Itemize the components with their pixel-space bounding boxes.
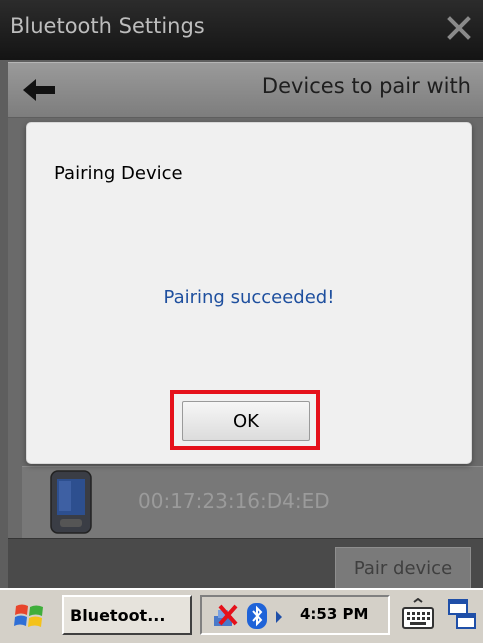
close-icon (447, 16, 471, 40)
windows-start-icon (14, 604, 43, 627)
window-title: Bluetooth Settings (10, 14, 205, 38)
taskbar-app-button[interactable]: Bluetoot... (62, 595, 192, 635)
pda-device-icon (48, 469, 96, 539)
screen: Bluetooth Settings Devices to pair with (0, 0, 483, 643)
taskbar: Bluetoot... 4:53 PM (0, 588, 483, 643)
window-switch-button[interactable] (444, 594, 480, 636)
system-tray: 4:53 PM (200, 595, 390, 635)
dialog-title: Pairing Device (54, 163, 183, 184)
keyboard-icon (402, 598, 434, 629)
header-bar: Devices to pair with (8, 62, 483, 117)
clock[interactable]: 4:53 PM (300, 605, 368, 623)
window-switch-icon (448, 599, 476, 629)
pairing-dialog: Pairing Device Pairing succeeded! OK (26, 122, 472, 464)
command-bar: Pair device (8, 538, 483, 589)
close-button[interactable] (443, 10, 475, 46)
start-button[interactable] (6, 596, 54, 636)
title-bar: Bluetooth Settings (0, 0, 483, 60)
tray-arrow-icon[interactable] (274, 609, 284, 628)
back-button[interactable] (8, 67, 70, 113)
ok-button[interactable]: OK (182, 401, 310, 441)
input-panel-button[interactable] (398, 594, 438, 636)
page-heading: Devices to pair with (261, 74, 471, 98)
pair-device-button[interactable]: Pair device (335, 547, 471, 589)
bluetooth-icon[interactable] (246, 602, 268, 634)
back-arrow-icon (23, 79, 55, 101)
network-disconnected-icon[interactable] (210, 602, 240, 634)
device-list-item[interactable]: 00:17:23:16:D4:ED (22, 466, 483, 539)
device-address: 00:17:23:16:D4:ED (138, 489, 330, 513)
dialog-message: Pairing succeeded! (163, 287, 335, 308)
